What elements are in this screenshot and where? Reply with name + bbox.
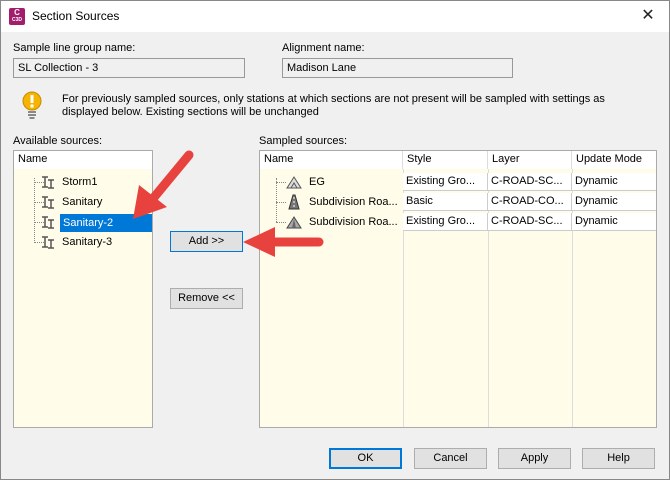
column-header-update-mode[interactable]: Update Mode	[572, 151, 656, 169]
list-item[interactable]: Sanitary-3	[62, 236, 112, 248]
table-row-name[interactable]: EG	[309, 176, 325, 188]
section-sources-dialog: C C3D Section Sources ✕ Sample line group…	[0, 0, 670, 480]
ok-button[interactable]: OK	[329, 448, 402, 469]
available-sources-label: Available sources:	[13, 135, 103, 147]
corridor-icon	[288, 194, 300, 210]
remove-button[interactable]: Remove <<	[170, 288, 243, 309]
pipe-network-icon	[42, 176, 54, 189]
table-cell-update-mode[interactable]: Dynamic	[572, 173, 656, 191]
table-cell-layer[interactable]: C-ROAD-SC...	[488, 173, 572, 191]
column-header-layer[interactable]: Layer	[488, 151, 572, 169]
sampled-sources-grid[interactable]: Name Style Layer Update Mode EG Existing…	[259, 150, 657, 428]
sample-line-group-label: Sample line group name:	[13, 42, 136, 54]
cancel-button[interactable]: Cancel	[414, 448, 487, 469]
info-message: For previously sampled sources, only sta…	[62, 93, 605, 118]
table-cell-update-mode[interactable]: Dynamic	[572, 213, 656, 231]
close-icon[interactable]: ✕	[639, 7, 657, 25]
window-title: Section Sources	[32, 9, 120, 23]
sampled-grid-header: Name Style Layer Update Mode	[260, 151, 656, 169]
pipe-network-icon	[42, 216, 54, 229]
list-item[interactable]: Sanitary	[62, 196, 102, 208]
table-cell-update-mode[interactable]: Dynamic	[572, 193, 656, 211]
annotation-arrow-icon	[133, 150, 194, 219]
lightbulb-warning-icon	[22, 91, 42, 119]
title-bar: C C3D Section Sources ✕	[1, 1, 669, 32]
sample-line-group-field[interactable]: SL Collection - 3	[13, 58, 245, 78]
help-button[interactable]: Help	[582, 448, 655, 469]
table-cell-style[interactable]: Existing Gro...	[403, 173, 488, 191]
alignment-name-field[interactable]: Madison Lane	[282, 58, 513, 78]
list-item[interactable]: Storm1	[62, 176, 97, 188]
sampled-sources-label: Sampled sources:	[259, 135, 348, 147]
pipe-network-icon	[42, 236, 54, 249]
table-cell-style[interactable]: Existing Gro...	[403, 213, 488, 231]
apply-button[interactable]: Apply	[498, 448, 571, 469]
table-cell-style[interactable]: Basic	[403, 193, 488, 211]
table-cell-layer[interactable]: C-ROAD-SC...	[488, 213, 572, 231]
column-header-name[interactable]: Name	[260, 151, 403, 169]
table-cell-layer[interactable]: C-ROAD-CO...	[488, 193, 572, 211]
table-row-name[interactable]: Subdivision Roa...	[309, 196, 398, 208]
surface-icon	[286, 176, 302, 189]
annotation-arrow-icon	[243, 227, 324, 257]
alignment-name-label: Alignment name:	[282, 42, 365, 54]
add-button[interactable]: Add >>	[170, 231, 243, 252]
pipe-network-icon	[42, 196, 54, 209]
column-header-style[interactable]: Style	[403, 151, 488, 169]
civil3d-app-icon: C C3D	[9, 8, 25, 25]
